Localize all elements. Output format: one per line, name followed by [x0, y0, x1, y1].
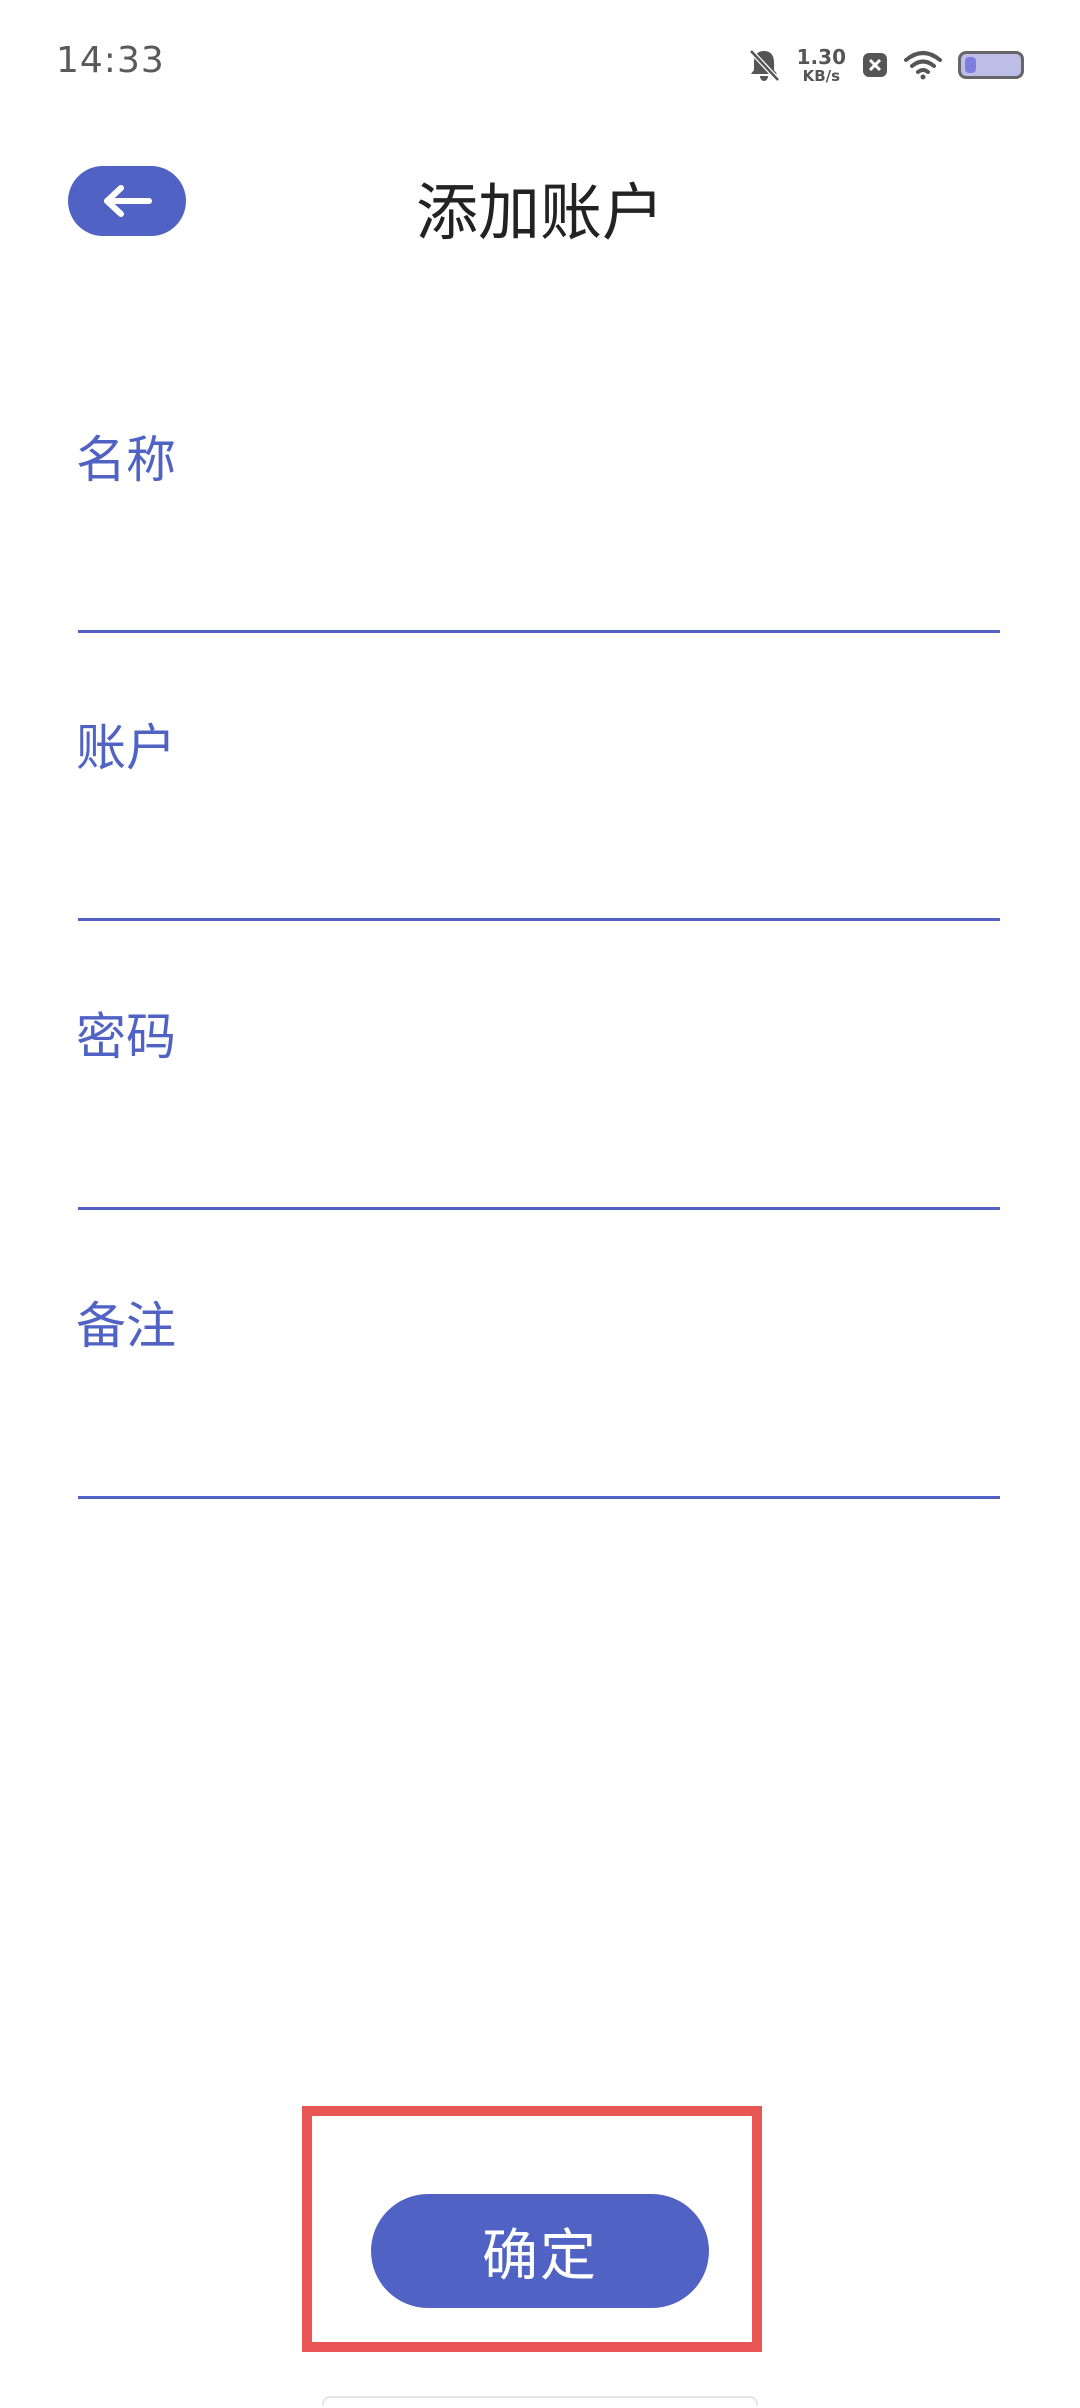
field-label-note: 备注 — [76, 1297, 176, 1355]
battery-icon — [958, 51, 1024, 79]
form-field-password: 密码 — [76, 997, 1002, 1210]
password-input[interactable] — [78, 1087, 1000, 1169]
field-label-account: 账户 — [76, 719, 176, 777]
battery-level — [965, 57, 976, 73]
note-input[interactable] — [78, 1376, 1000, 1458]
field-underline — [78, 1496, 1000, 1499]
account-input[interactable] — [78, 798, 1000, 880]
status-bar: 14:33 1.30 KB/s — [0, 0, 1080, 120]
field-underline — [78, 630, 1000, 633]
form-field-note: 备注 — [76, 1286, 1002, 1499]
net-speed-unit: KB/s — [802, 66, 841, 85]
status-icons: 1.30 KB/s — [747, 40, 1024, 90]
field-underline — [78, 918, 1000, 921]
status-time: 14:33 — [56, 40, 165, 81]
name-input[interactable] — [78, 510, 1000, 592]
bell-muted-icon — [747, 47, 781, 83]
wifi-icon — [904, 50, 942, 80]
field-label-password: 密码 — [76, 1008, 176, 1066]
form-field-account: 账户 — [76, 708, 1002, 921]
field-label-name: 名称 — [76, 431, 176, 489]
screen: 14:33 1.30 KB/s 添加账户 名称 账户 密码 备注 确定 — [0, 0, 1080, 2408]
confirm-button[interactable]: 确定 — [371, 2194, 709, 2308]
net-speed-value: 1.30 — [796, 44, 846, 69]
page-title: 添加账户 — [415, 176, 664, 249]
net-speed-indicator: 1.30 KB/s — [797, 47, 846, 84]
close-box-icon — [862, 52, 888, 78]
field-underline — [78, 1207, 1000, 1210]
form-field-name: 名称 — [76, 420, 1002, 633]
home-indicator — [322, 2396, 758, 2406]
